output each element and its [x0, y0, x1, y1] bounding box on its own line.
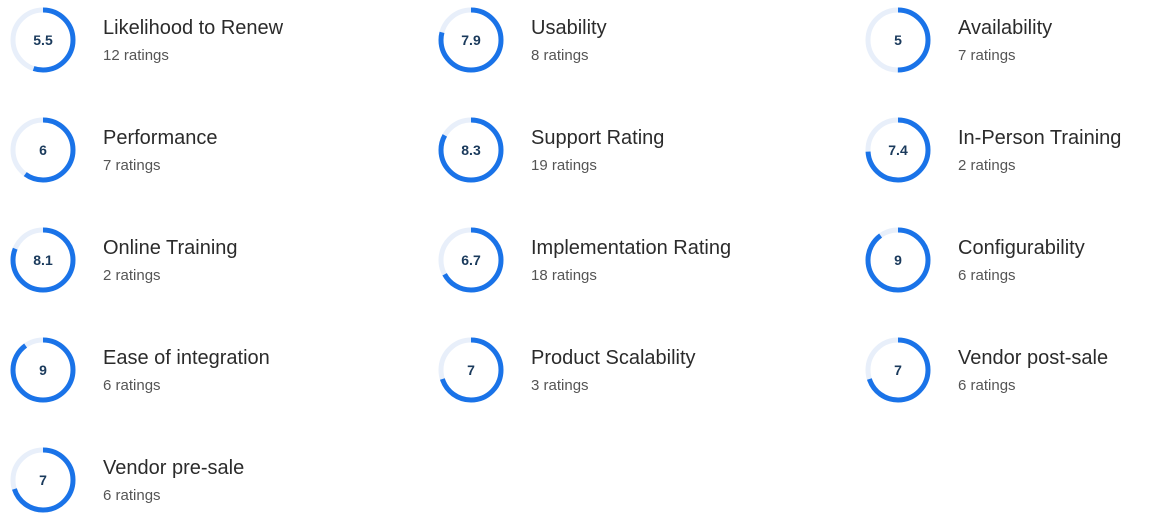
metric-name: Availability — [958, 17, 1053, 39]
rating-count: 6 ratings — [103, 377, 161, 394]
metric-name: Likelihood to Renew — [103, 17, 284, 39]
rating-count: 3 ratings — [531, 377, 589, 394]
rating-item: 6 Performance 7 ratings — [0, 115, 330, 195]
score-value: 7.9 — [461, 32, 481, 48]
rating-item: 6.7 Implementation Rating 18 ratings — [428, 225, 758, 305]
metric-name: Online Training — [103, 237, 238, 259]
metric-name: Product Scalability — [531, 347, 696, 369]
rating-count: 7 ratings — [103, 157, 161, 174]
rating-item: 9 Ease of integration 6 ratings — [0, 335, 330, 415]
metric-name: Support Rating — [531, 127, 665, 149]
score-ring: 7 — [436, 335, 506, 405]
rating-count: 8 ratings — [531, 47, 589, 64]
rating-item: 7 Vendor pre-sale 6 ratings — [0, 445, 330, 525]
score-ring: 9 — [863, 225, 933, 295]
score-ring: 7 — [8, 445, 78, 515]
score-ring: 7.9 — [436, 5, 506, 75]
rating-count: 19 ratings — [531, 157, 597, 174]
metric-name: Configurability — [958, 237, 1085, 259]
score-value: 6 — [39, 142, 47, 158]
score-ring: 8.3 — [436, 115, 506, 185]
rating-item: 8.1 Online Training 2 ratings — [0, 225, 330, 305]
rating-item: 9 Configurability 6 ratings — [855, 225, 1165, 305]
score-value: 8.1 — [33, 252, 53, 268]
rating-item: 8.3 Support Rating 19 ratings — [428, 115, 758, 195]
rating-item: 7 Product Scalability 3 ratings — [428, 335, 758, 415]
ratings-grid: 5.5 Likelihood to Renew 12 ratings 7.9 Us… — [0, 0, 1165, 515]
score-ring: 5 — [863, 5, 933, 75]
rating-count: 7 ratings — [958, 47, 1016, 64]
score-value: 9 — [894, 252, 902, 268]
score-value: 7.4 — [888, 142, 908, 158]
metric-name: Vendor pre-sale — [103, 457, 245, 479]
rating-count: 6 ratings — [103, 487, 161, 504]
score-ring: 7.4 — [863, 115, 933, 185]
rating-count: 6 ratings — [958, 267, 1016, 284]
score-value: 7 — [894, 362, 902, 378]
rating-item: 7.4 In-Person Training 2 ratings — [855, 115, 1165, 195]
metric-name: In-Person Training — [958, 127, 1122, 149]
score-value: 6.7 — [461, 252, 481, 268]
rating-count: 2 ratings — [958, 157, 1016, 174]
metric-name: Performance — [103, 127, 218, 149]
score-ring: 9 — [8, 335, 78, 405]
metric-name: Vendor post-sale — [958, 347, 1109, 369]
rating-item: 7 Vendor post-sale 6 ratings — [855, 335, 1165, 415]
score-value: 7 — [467, 362, 475, 378]
metric-name: Usability — [531, 17, 607, 39]
score-value: 5.5 — [33, 32, 53, 48]
rating-count: 6 ratings — [958, 377, 1016, 394]
score-value: 7 — [39, 472, 47, 488]
score-ring: 6.7 — [436, 225, 506, 295]
rating-count: 12 ratings — [103, 47, 169, 64]
metric-name: Implementation Rating — [531, 237, 732, 259]
rating-item: 5 Availability 7 ratings — [855, 5, 1165, 85]
score-ring: 7 — [863, 335, 933, 405]
rating-item: 5.5 Likelihood to Renew 12 ratings — [0, 5, 330, 85]
score-value: 5 — [894, 32, 902, 48]
score-value: 8.3 — [461, 142, 481, 158]
score-ring: 8.1 — [8, 225, 78, 295]
score-ring: 6 — [8, 115, 78, 185]
rating-count: 18 ratings — [531, 267, 597, 284]
score-value: 9 — [39, 362, 47, 378]
score-ring: 5.5 — [8, 5, 78, 75]
rating-item: 7.9 Usability 8 ratings — [428, 5, 758, 85]
metric-name: Ease of integration — [103, 347, 270, 369]
rating-count: 2 ratings — [103, 267, 161, 284]
